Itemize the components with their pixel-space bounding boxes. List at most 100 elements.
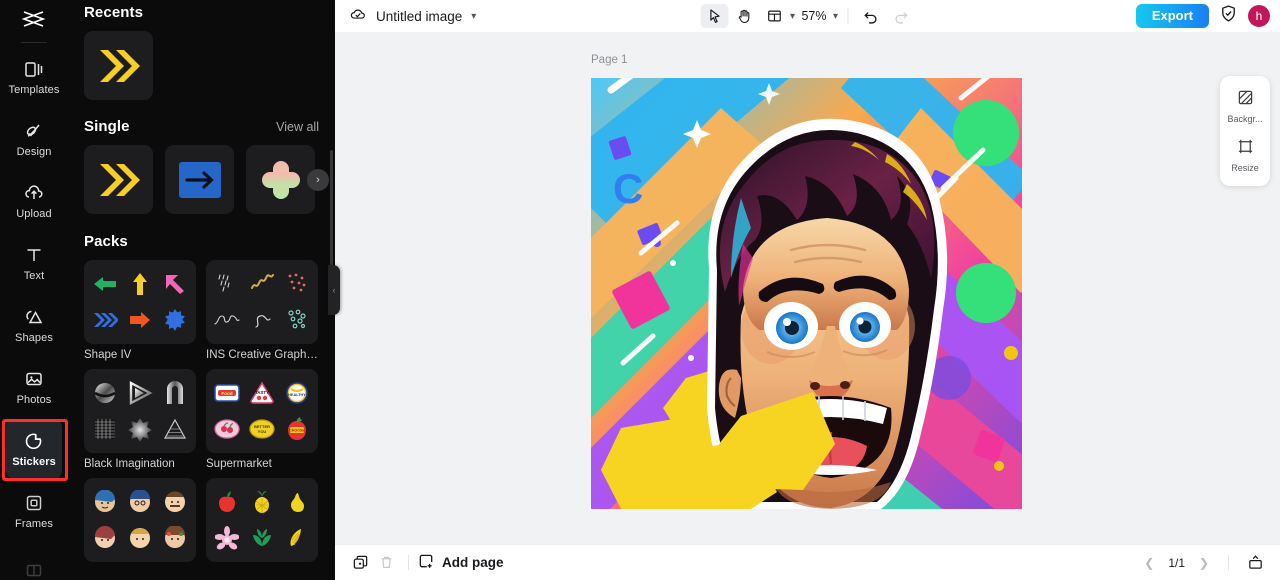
background-button[interactable]: Backgr... xyxy=(1222,84,1268,129)
hand-tool-button[interactable] xyxy=(730,4,758,28)
zoom-level-value[interactable]: 57% xyxy=(797,9,831,23)
artwork-cartoon-face-sticker: C xyxy=(591,78,1022,509)
resize-icon xyxy=(1237,138,1254,160)
canvas-area[interactable]: Page 1 C Backgr... Resize xyxy=(335,32,1280,544)
background-label: Backgr... xyxy=(1227,114,1263,124)
top-toolbar: Untitled image ▾ ▾ 57% ▾ Export h xyxy=(335,0,1280,32)
stickers-icon xyxy=(23,430,45,452)
rail-divider xyxy=(21,42,47,43)
pack-thumbnail xyxy=(84,369,196,453)
pack-thumbnail: Food TASTY HEALTHY BETTER YOU CHOOSE xyxy=(206,369,318,453)
sidebar-item-label: Design xyxy=(16,146,52,158)
sticker-thumb-clover[interactable] xyxy=(246,145,315,214)
upload-icon xyxy=(23,182,45,204)
svg-text:CHOOSE: CHOOSE xyxy=(289,429,305,433)
packs-section-header: Packs xyxy=(84,229,319,250)
stickers-panel: Recents Single View all › Packs Shape IV… xyxy=(68,0,335,580)
zoom-chevron-down-icon[interactable]: ▾ xyxy=(833,11,838,22)
sidebar-item-frames[interactable]: Frames xyxy=(6,481,62,541)
sidebar-item-label: Stickers xyxy=(12,456,56,468)
select-tool-button[interactable] xyxy=(699,4,728,28)
layout-tool-button[interactable] xyxy=(760,4,788,28)
chevron-right-icon[interactable]: ❯ xyxy=(1193,552,1215,574)
pack-label: Black Imagination xyxy=(84,458,175,470)
sidebar-item-label: Photos xyxy=(16,394,52,406)
add-page-button[interactable]: Add page xyxy=(418,553,504,573)
packs-title: Packs xyxy=(84,233,128,250)
sidebar-item-background[interactable] xyxy=(6,543,62,580)
sidebar-item-photos[interactable]: Photos xyxy=(6,357,62,417)
left-navigation-rail: Templates Design Upload Text Shapes Phot… xyxy=(0,0,68,580)
add-page-icon xyxy=(418,553,435,573)
artboard[interactable]: C xyxy=(591,78,1022,509)
document-title[interactable]: Untitled image xyxy=(376,9,462,24)
page-label: Page 1 xyxy=(591,54,628,66)
background-icon xyxy=(23,560,45,580)
pack-label: Shape IV xyxy=(84,349,132,361)
chevron-down-icon[interactable]: ▾ xyxy=(471,11,476,22)
photos-icon xyxy=(23,368,45,390)
shield-icon[interactable] xyxy=(1219,4,1238,28)
pack-card[interactable]: Shape IV xyxy=(84,260,196,361)
pack-card[interactable]: Black Imagination xyxy=(84,369,196,470)
sidebar-item-shapes[interactable]: Shapes xyxy=(6,295,62,355)
capcut-editor-window: Templates Design Upload Text Shapes Phot… xyxy=(0,0,1280,580)
sidebar-item-stickers[interactable]: Stickers xyxy=(6,419,62,479)
export-button[interactable]: Export xyxy=(1135,3,1209,29)
sidebar-item-label: Text xyxy=(23,270,45,282)
pack-card[interactable]: Food TASTY HEALTHY BETTER YOU CHOOSE Sup… xyxy=(206,369,318,470)
text-icon xyxy=(23,244,45,266)
packs-grid: Shape IV INS Creative Graphics Black Ima… xyxy=(84,260,319,567)
recents-section-header: Recents xyxy=(84,0,319,21)
pack-card[interactable]: INS Creative Graphics xyxy=(206,260,318,361)
topbar-right-group: Export h xyxy=(1135,3,1270,29)
pack-card[interactable] xyxy=(84,478,196,567)
sidebar-item-label: Frames xyxy=(15,518,53,530)
capcut-logo[interactable] xyxy=(0,2,68,36)
topbar-tools-group: ▾ 57% ▾ xyxy=(699,4,915,28)
pack-thumbnail xyxy=(206,478,318,562)
single-section-header: Single View all xyxy=(84,114,319,135)
avatar[interactable]: h xyxy=(1248,4,1270,27)
pack-card[interactable] xyxy=(206,478,318,567)
pack-thumbnail xyxy=(206,260,318,344)
recents-tile-row xyxy=(84,31,319,100)
bottom-divider xyxy=(1228,555,1229,570)
sidebar-item-text[interactable]: Text xyxy=(6,233,62,293)
view-all-link[interactable]: View all xyxy=(276,120,319,134)
panel-collapse-handle[interactable]: ‹ xyxy=(328,265,340,315)
recents-title: Recents xyxy=(84,4,144,21)
sticker-thumb-double-chevron[interactable] xyxy=(84,31,153,100)
page-indicator: 1/1 xyxy=(1168,555,1185,570)
duplicate-page-button[interactable] xyxy=(347,551,373,575)
redo-button[interactable] xyxy=(887,4,915,28)
toolbar-divider xyxy=(847,8,849,24)
sidebar-item-templates[interactable]: Templates xyxy=(6,47,62,107)
present-button[interactable] xyxy=(1242,551,1268,575)
svg-text:YOU: YOU xyxy=(258,429,267,434)
single-title: Single xyxy=(84,118,130,135)
sticker-thumb-double-chevron[interactable] xyxy=(84,145,153,214)
shapes-icon xyxy=(23,306,45,328)
resize-button[interactable]: Resize xyxy=(1222,133,1268,178)
sticker-thumb-blue-arrow[interactable] xyxy=(165,145,234,214)
svg-text:HEALTHY: HEALTHY xyxy=(288,393,306,397)
sidebar-item-design[interactable]: Design xyxy=(6,109,62,169)
topbar-left-group: Untitled image ▾ xyxy=(349,5,476,28)
bottom-divider xyxy=(408,555,409,570)
editor-main-area: Untitled image ▾ ▾ 57% ▾ Export h Page 1… xyxy=(335,0,1280,580)
svg-text:TASTY: TASTY xyxy=(255,390,269,395)
svg-text:Food: Food xyxy=(222,391,233,396)
background-icon xyxy=(1237,89,1254,111)
layout-chevron-down-icon[interactable]: ▾ xyxy=(790,11,795,22)
sidebar-item-upload[interactable]: Upload xyxy=(6,171,62,231)
chevron-right-icon[interactable]: › xyxy=(307,168,329,191)
delete-page-button[interactable] xyxy=(373,551,399,575)
sidebar-item-label: Templates xyxy=(8,84,60,96)
page-navigation: ❮ 1/1 ❯ xyxy=(1138,551,1268,575)
chevron-left-icon[interactable]: ❮ xyxy=(1138,552,1160,574)
single-tile-row: › xyxy=(84,145,329,214)
undo-button[interactable] xyxy=(857,4,885,28)
svg-text:C: C xyxy=(613,165,643,212)
bottom-toolbar: Add page ❮ 1/1 ❯ xyxy=(335,544,1280,580)
